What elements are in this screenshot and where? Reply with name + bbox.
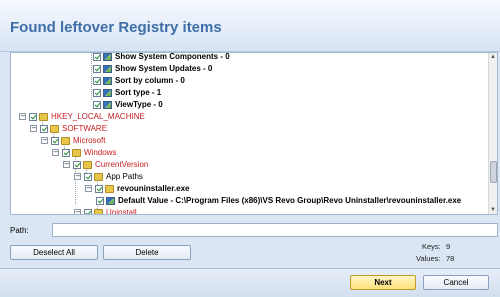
tree-node-checkbox[interactable]	[84, 172, 92, 181]
tree-node-label: App Paths	[106, 172, 143, 181]
values-label: Values:	[416, 254, 441, 263]
tree-node-label: revouninstaller.exe	[117, 184, 190, 193]
key-icon	[103, 76, 112, 85]
tree-scrollbar[interactable]: ▲ ▼	[488, 53, 497, 214]
tree-node-label: Microsoft	[73, 136, 106, 145]
folder-icon	[50, 124, 59, 133]
tree-node-label: Sort by column - 0	[115, 76, 185, 85]
tree-connector	[91, 53, 92, 100]
keys-count: 9	[446, 242, 451, 251]
scroll-down-icon[interactable]: ▼	[490, 207, 496, 213]
folder-icon	[105, 184, 114, 193]
scroll-up-icon[interactable]: ▲	[490, 54, 496, 60]
tree-node[interactable]: Default Value - C:\Program Files (x86)\V…	[96, 195, 461, 206]
tree-node[interactable]: Sort by column - 0	[93, 75, 185, 86]
tree-node-label: Show System Updates - 0	[115, 64, 213, 73]
cancel-button[interactable]: Cancel	[423, 275, 489, 290]
tree-node-checkbox[interactable]	[51, 136, 59, 145]
collapse-toggle-icon[interactable]: −	[19, 113, 26, 120]
folder-icon	[39, 112, 48, 121]
next-button[interactable]: Next	[350, 275, 416, 290]
path-label: Path:	[10, 226, 29, 235]
folder-icon	[94, 208, 103, 214]
collapse-toggle-icon[interactable]: −	[74, 209, 81, 214]
values-count: 78	[446, 254, 455, 263]
tree-node-checkbox[interactable]	[95, 184, 103, 193]
registry-tree[interactable]: Show System Components - 0 Show System Up…	[10, 52, 498, 215]
tree-node-checkbox[interactable]	[62, 148, 70, 157]
folder-icon	[94, 172, 103, 181]
tree-node-label: Show System Components - 0	[115, 52, 230, 61]
tree-node[interactable]: Show System Components - 0	[93, 52, 230, 62]
collapse-toggle-icon[interactable]: −	[85, 185, 92, 192]
tree-node[interactable]: − App Paths	[74, 171, 143, 182]
tree-node[interactable]: − SOFTWARE	[30, 123, 107, 134]
tree-node-label: Uninstall	[106, 208, 137, 215]
tree-node[interactable]: − Windows	[52, 147, 116, 158]
key-icon	[103, 64, 112, 73]
tree-node[interactable]: Sort type - 1	[93, 87, 161, 98]
collapse-toggle-icon[interactable]: −	[52, 149, 59, 156]
tree-node-label: Default Value - C:\Program Files (x86)\V…	[118, 196, 462, 205]
collapse-toggle-icon[interactable]: −	[74, 173, 81, 180]
tree-node[interactable]: − Microsoft	[41, 135, 105, 146]
key-icon	[103, 53, 112, 61]
tree-node[interactable]: − CurrentVersion	[63, 159, 148, 170]
folder-icon	[72, 148, 81, 157]
tree-node-label: ViewType - 0	[115, 100, 163, 109]
tree-node-checkbox[interactable]	[73, 160, 81, 169]
tree-node-checkbox[interactable]	[93, 64, 101, 73]
tree-node-checkbox[interactable]	[93, 53, 101, 61]
tree-node-checkbox[interactable]	[93, 76, 101, 85]
collapse-toggle-icon[interactable]: −	[63, 161, 70, 168]
key-icon	[103, 100, 112, 109]
tree-node-label: SOFTWARE	[62, 124, 108, 133]
tree-node[interactable]: − revouninstaller.exe	[85, 183, 189, 194]
key-icon	[106, 196, 115, 205]
tree-node-checkbox[interactable]	[93, 100, 101, 109]
collapse-toggle-icon[interactable]: −	[41, 137, 48, 144]
folder-icon	[83, 160, 92, 169]
tree-node[interactable]: ViewType - 0	[93, 99, 163, 110]
tree-node-checkbox[interactable]	[40, 124, 48, 133]
tree-node-checkbox[interactable]	[96, 196, 104, 205]
tree-node-label: Windows	[84, 148, 117, 157]
tree-node[interactable]: − HKEY_LOCAL_MACHINE	[19, 111, 145, 122]
keys-label: Keys:	[422, 242, 441, 251]
tree-node-label: Sort type - 1	[115, 88, 162, 97]
wizard-header: Found leftover Registry items	[0, 0, 500, 52]
delete-button[interactable]: Delete	[103, 245, 191, 260]
tree-node-checkbox[interactable]	[84, 208, 92, 214]
scrollbar-thumb[interactable]	[490, 161, 497, 183]
tree-node-label: CurrentVersion	[95, 160, 149, 169]
key-icon	[103, 88, 112, 97]
folder-icon	[61, 136, 70, 145]
tree-node-checkbox[interactable]	[29, 112, 37, 121]
path-field[interactable]	[52, 223, 498, 237]
tree-node-label: HKEY_LOCAL_MACHINE	[51, 112, 145, 121]
collapse-toggle-icon[interactable]: −	[30, 125, 37, 132]
tree-node[interactable]: − Uninstall	[74, 207, 137, 215]
tree-node-checkbox[interactable]	[93, 88, 101, 97]
page-title: Found leftover Registry items	[10, 19, 222, 36]
deselect-all-button[interactable]: Deselect All	[10, 245, 98, 260]
tree-node[interactable]: Show System Updates - 0	[93, 63, 212, 74]
